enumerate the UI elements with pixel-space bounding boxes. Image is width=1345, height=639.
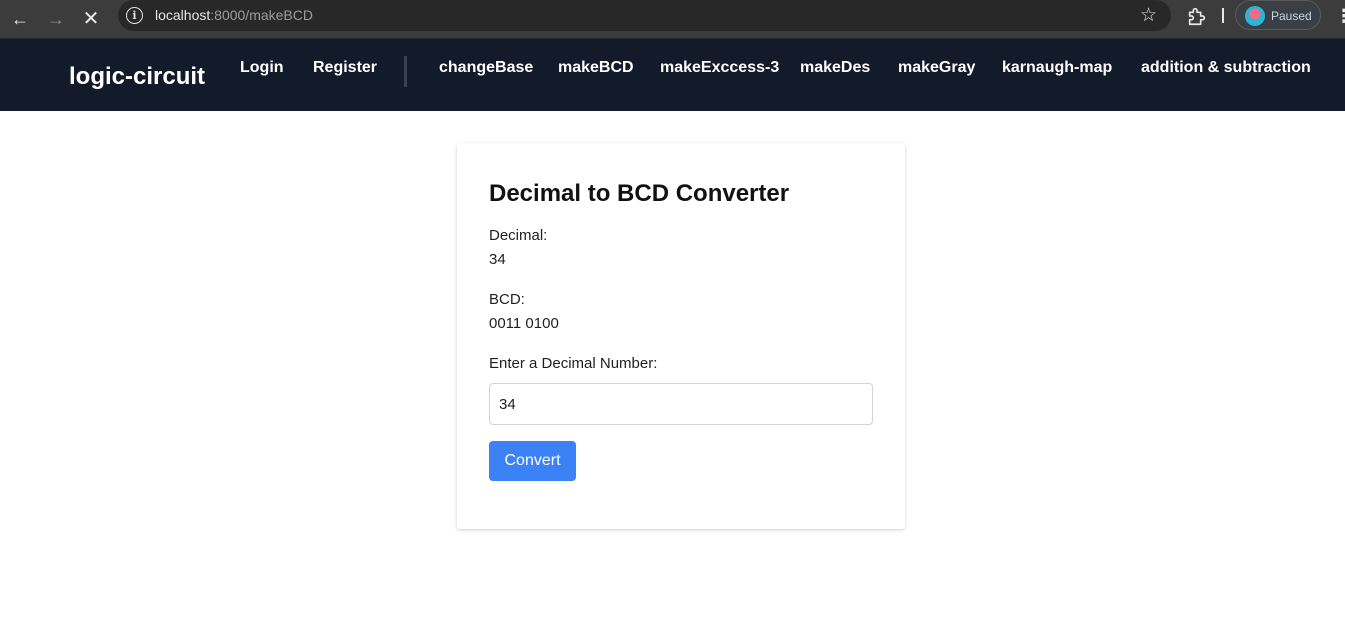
nav-makegray-link[interactable]: makeGray: [898, 59, 975, 77]
url-host: localhost: [155, 7, 211, 23]
nav-register-link[interactable]: Register: [313, 59, 377, 77]
address-bar[interactable]: i localhost:8000/makeBCD ☆: [118, 0, 1171, 31]
nav-addition-subtraction-link[interactable]: addition & subtraction: [1141, 59, 1311, 77]
url-text[interactable]: localhost:8000/makeBCD: [155, 7, 313, 23]
nav-makeexcess3-link[interactable]: makeExccess-3: [660, 59, 779, 77]
convert-button[interactable]: Convert: [489, 441, 576, 481]
nav-login-link[interactable]: Login: [240, 59, 284, 77]
bcd-label: BCD:: [489, 291, 525, 308]
site-navbar: logic-circuit Login Register changeBase …: [0, 39, 1345, 111]
nav-divider: [404, 56, 407, 87]
toolbar-divider: [1222, 8, 1224, 23]
nav-changebase-link[interactable]: changeBase: [439, 59, 533, 77]
kebab-menu-icon[interactable]: ⋮: [1335, 6, 1345, 27]
nav-makedes-link[interactable]: makeDes: [800, 59, 870, 77]
decimal-label: Decimal:: [489, 227, 548, 244]
nav-karnaugh-map-link[interactable]: karnaugh-map: [1002, 59, 1112, 77]
bcd-value: 0011 0100: [489, 315, 559, 332]
input-label: Enter a Decimal Number:: [489, 355, 658, 372]
close-icon[interactable]: ✕: [77, 5, 105, 33]
converter-card: Decimal to BCD Converter Decimal: 34 BCD…: [457, 143, 905, 529]
site-brand[interactable]: logic-circuit: [69, 63, 205, 91]
browser-toolbar: ← → ✕ i localhost:8000/makeBCD ☆ Paused …: [0, 0, 1345, 39]
star-icon[interactable]: ☆: [1140, 4, 1157, 27]
puzzle-icon[interactable]: [1186, 5, 1208, 27]
avatar: [1245, 6, 1265, 26]
profile-button[interactable]: Paused: [1235, 0, 1321, 30]
decimal-value: 34: [489, 251, 506, 268]
decimal-input[interactable]: [489, 383, 873, 425]
profile-status: Paused: [1271, 9, 1312, 23]
url-path: :8000/makeBCD: [210, 7, 313, 23]
back-arrow-icon[interactable]: ←: [6, 5, 34, 33]
nav-makebcd-link[interactable]: makeBCD: [558, 59, 634, 77]
forward-arrow-icon[interactable]: →: [42, 5, 70, 33]
page-title: Decimal to BCD Converter: [489, 180, 790, 207]
info-icon[interactable]: i: [126, 7, 143, 24]
